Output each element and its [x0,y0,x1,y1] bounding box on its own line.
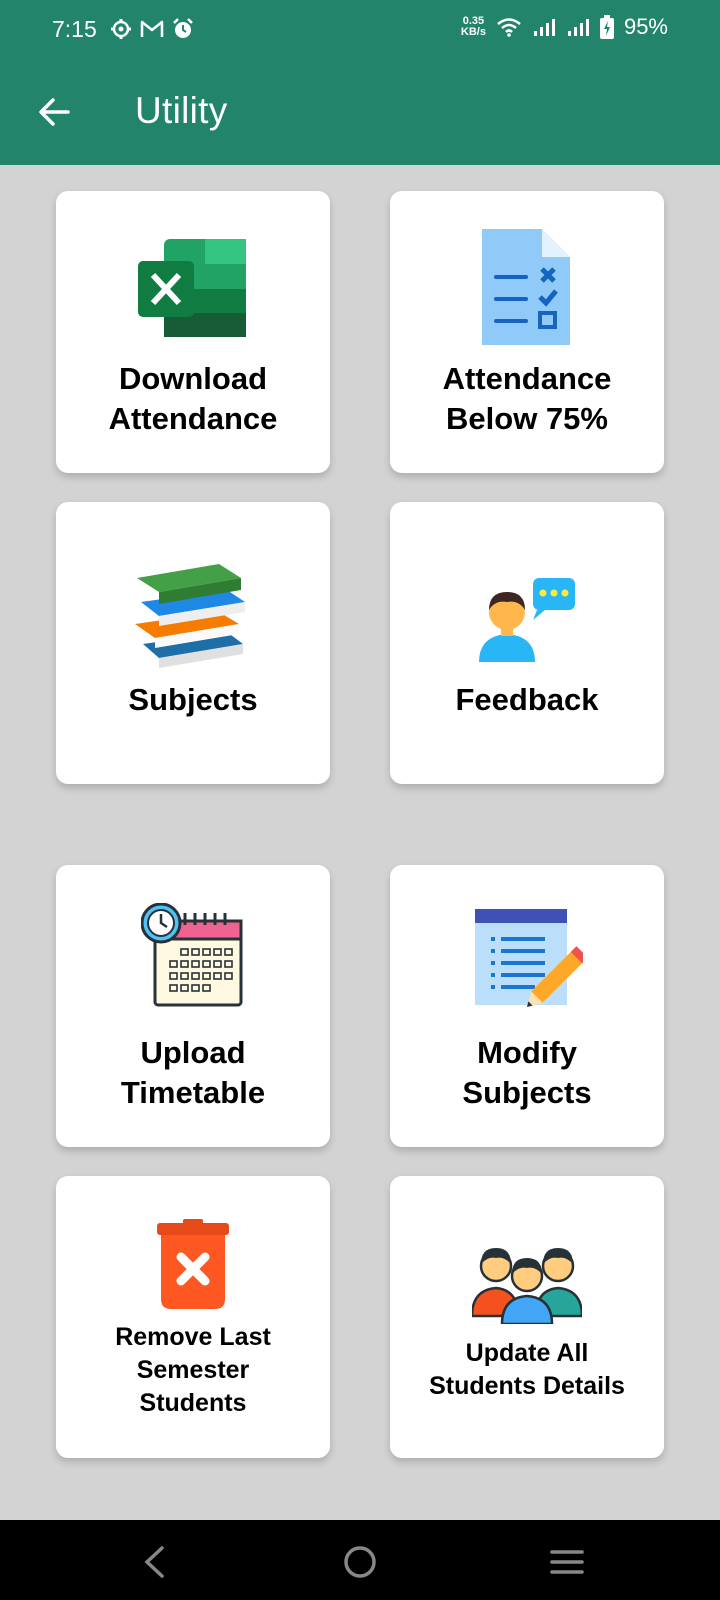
card-label: Remove Last Semester Students [115,1323,271,1417]
card-label: Update All Students Details [429,1339,625,1400]
stack-of-books-icon [135,564,245,668]
card-label: Modify Subjects [462,1035,592,1110]
arrow-back-icon [39,98,70,126]
download-attendance-card[interactable]: Download Attendance [56,191,330,473]
battery-charging-icon [599,15,614,39]
card-label: Attendance Below 75% [442,361,612,436]
modify-subjects-card[interactable]: Modify Subjects [390,865,664,1147]
person-feedback-icon [479,578,575,662]
signal-icon [533,19,555,36]
card-label: Upload Timetable [120,1035,266,1110]
card-label: Subjects [128,682,258,717]
subjects-card[interactable]: Subjects [56,502,330,784]
nav-home-button[interactable] [330,1540,390,1584]
delete-bin-icon [157,1219,229,1309]
gmail-icon [140,20,164,37]
update-all-students-details-card[interactable]: Update All Students Details [390,1176,664,1458]
system-navigation-bar [0,1520,720,1600]
calendar-clock-icon [141,903,243,1007]
document-pencil-icon [475,909,583,1008]
settings-gear-icon [111,19,131,39]
card-label: Feedback [455,682,599,717]
upload-timetable-card[interactable]: Upload Timetable [56,865,330,1147]
excel-icon [138,239,246,337]
status-time: 7:15 [52,16,97,42]
battery-level: 95% [623,14,668,39]
feedback-card[interactable]: Feedback [390,502,664,784]
wifi-icon [497,18,521,37]
page-title: Utility [135,90,228,131]
alarm-clock-icon [173,18,193,38]
status-system-icons: 0.35 KB/s 95% [461,14,668,40]
nav-menu-icon [550,1550,584,1574]
checklist-document-icon [482,229,570,345]
back-button[interactable] [32,90,76,134]
app-bar: Utility [0,62,720,165]
status-notification-icons [110,18,194,40]
network-speed: 0.35 KB/s [460,15,486,38]
status-bar: 7:15 0.35 KB/s 95% [0,0,720,62]
card-label: Download Attendance [108,361,278,436]
nav-home-icon [344,1546,376,1578]
attendance-below-card[interactable]: Attendance Below 75% [390,191,664,473]
remove-last-semester-students-card[interactable]: Remove Last Semester Students [56,1176,330,1458]
nav-recents-button[interactable] [537,1540,597,1584]
nav-back-icon [144,1546,164,1578]
nav-back-button[interactable] [124,1540,184,1584]
students-group-icon [472,1248,582,1324]
signal-icon-2 [567,19,589,36]
